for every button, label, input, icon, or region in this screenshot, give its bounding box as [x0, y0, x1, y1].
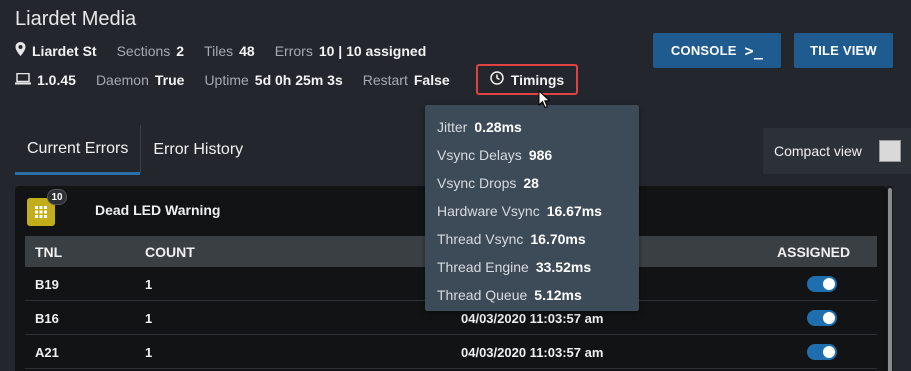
tooltip-label: Hardware Vsync — [437, 203, 540, 219]
tooltip-label: Thread Engine — [437, 259, 529, 275]
row-tnl: A21 — [35, 345, 59, 360]
error-count-badge: 10 — [47, 189, 67, 205]
tab-current-errors[interactable]: Current Errors — [15, 125, 141, 175]
laptop-icon — [15, 72, 31, 88]
tooltip-value: 28 — [523, 175, 539, 191]
compact-view-checkbox[interactable] — [879, 140, 901, 162]
sections-label: Sections — [116, 42, 171, 59]
tooltip-label: Thread Vsync — [437, 231, 524, 247]
tiles-label: Tiles — [204, 42, 234, 59]
timings-button[interactable]: Timings — [476, 64, 578, 95]
errors-value: 10 | 10 assigned — [318, 42, 427, 59]
tooltip-row-thread-engine: Thread Engine 33.52ms — [425, 253, 639, 281]
tooltip-label: Jitter — [437, 119, 468, 135]
tooltip-label: Vsync Drops — [437, 175, 517, 191]
timings-label: Timings — [510, 71, 565, 88]
tiles-value: 48 — [239, 42, 255, 59]
version-value: 1.0.45 — [37, 72, 76, 88]
compact-view-label: Compact view — [774, 143, 862, 159]
row-date: 04/03/2020 11:03:57 am — [461, 311, 604, 326]
tooltip-row-vsync-delays: Vsync Delays 986 — [425, 141, 639, 169]
tooltip-row-vsync-drops: Vsync Drops 28 — [425, 169, 639, 197]
tooltip-value: 16.67ms — [546, 203, 602, 219]
row-count: 1 — [145, 311, 153, 326]
column-header-count: COUNT — [145, 244, 195, 260]
row-tnl: B16 — [35, 311, 59, 326]
tooltip-row-thread-vsync: Thread Vsync 16.70ms — [425, 225, 639, 253]
timings-tooltip: Jitter 0.28ms Vsync Delays 986 Vsync Dro… — [425, 105, 639, 311]
location-value: Liardet St — [32, 42, 97, 59]
table-row: A21 1 04/03/2020 11:03:57 am — [25, 335, 877, 369]
error-group-title: Dead LED Warning — [95, 202, 221, 218]
assigned-toggle[interactable] — [807, 276, 837, 292]
row-date: 04/03/2020 11:03:57 am — [461, 345, 604, 360]
tooltip-value: 5.12ms — [534, 287, 582, 303]
row-count: 1 — [145, 277, 153, 292]
tooltip-row-thread-queue: Thread Queue 5.12ms — [425, 281, 639, 309]
page-title: Liardet Media — [15, 8, 137, 30]
console-button[interactable]: CONSOLE >_ — [653, 33, 781, 68]
column-header-assigned: ASSIGNED — [777, 244, 851, 260]
clock-icon — [490, 71, 511, 88]
tooltip-label: Vsync Delays — [437, 147, 522, 163]
page: Liardet Media Liardet St Sections 2 Tile… — [0, 0, 911, 371]
tooltip-label: Thread Queue — [437, 287, 528, 303]
console-button-label: CONSOLE — [670, 43, 737, 58]
restart-value: False — [413, 72, 450, 88]
mouse-pointer-icon — [538, 89, 551, 114]
compact-view-toggle: Compact view — [763, 128, 911, 174]
assigned-toggle[interactable] — [807, 310, 837, 326]
assigned-toggle[interactable] — [807, 344, 837, 360]
column-header-tnl: TNL — [35, 244, 63, 260]
row-count: 1 — [145, 345, 153, 360]
tooltip-value: 0.28ms — [474, 119, 522, 135]
uptime-value: 5d 0h 25m 3s — [254, 72, 343, 88]
row-tnl: B19 — [35, 277, 59, 292]
terminal-prompt-icon: >_ — [744, 41, 764, 60]
tooltip-row-jitter: Jitter 0.28ms — [425, 113, 639, 141]
tooltip-value: 986 — [528, 147, 553, 163]
stats-row-2: 1.0.45 Daemon True Uptime 5d 0h 25m 3s R… — [15, 72, 450, 88]
map-pin-icon — [15, 42, 26, 59]
tab-error-history[interactable]: Error History — [141, 125, 255, 175]
tile-view-button[interactable]: TILE VIEW — [794, 33, 893, 68]
scrollbar-thumb[interactable] — [888, 188, 892, 371]
sections-value: 2 — [176, 42, 185, 59]
daemon-value: True — [154, 72, 185, 88]
errors-label: Errors — [274, 42, 313, 59]
uptime-label: Uptime — [204, 72, 249, 88]
stats-row-1: Liardet St Sections 2 Tiles 48 Errors 10… — [15, 42, 426, 59]
tooltip-value: 33.52ms — [535, 259, 592, 275]
tooltip-value: 16.70ms — [530, 231, 586, 247]
daemon-label: Daemon — [95, 72, 149, 88]
restart-label: Restart — [362, 72, 408, 88]
tooltip-row-hardware-vsync: Hardware Vsync 16.67ms — [425, 197, 639, 225]
tab-bar: Current Errors Error History — [15, 125, 255, 175]
scrollbar[interactable] — [887, 186, 893, 371]
